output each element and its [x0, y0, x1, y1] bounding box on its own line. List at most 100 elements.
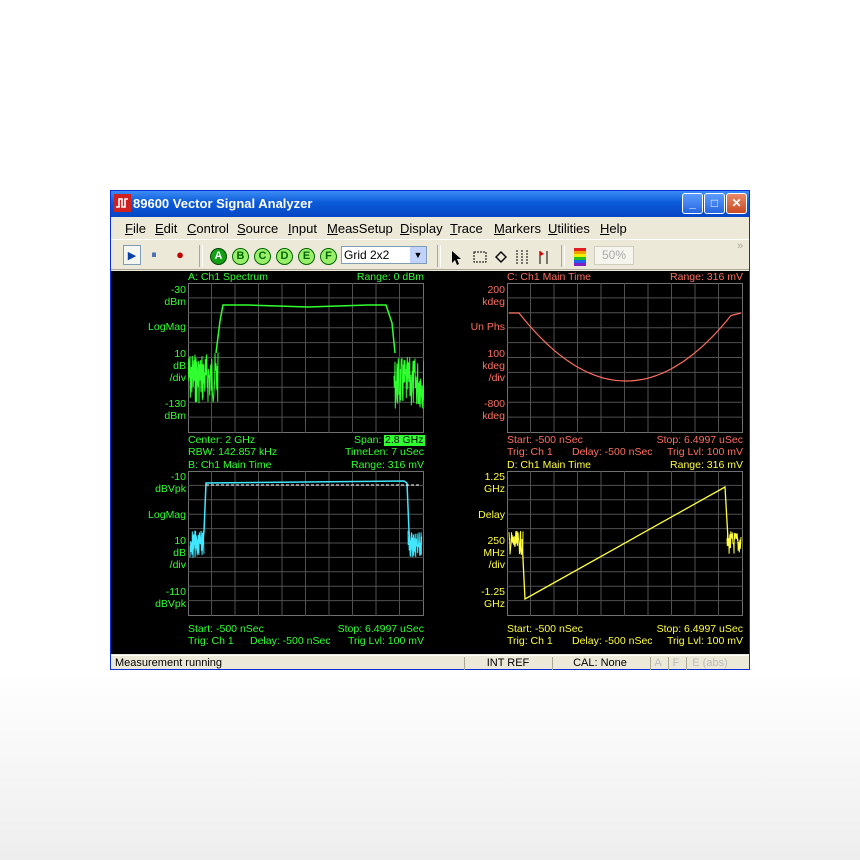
peak-marker-icon[interactable]	[537, 249, 551, 265]
menu-display[interactable]: Display	[400, 221, 443, 236]
chevron-down-icon[interactable]: ▼	[410, 247, 426, 263]
panel-c-y-top-unit: kdeg	[482, 296, 505, 308]
band-marker-icon[interactable]	[515, 249, 529, 265]
panel-b-scale-type: LogMag	[148, 509, 186, 521]
panel-b-div-label: /div	[169, 559, 186, 571]
status-indicator-a: A	[650, 657, 665, 670]
title-bar[interactable]: 89600 Vector Signal Analyzer _ □ ✕	[111, 191, 749, 217]
panel-d-trig: Trig: Ch 1	[507, 635, 553, 647]
vsa-app-icon	[114, 194, 131, 212]
play-button[interactable]: ▶	[123, 245, 141, 265]
measurement-display: A: Ch1 Spectrum Range: 0 dBm -30 dBm Log…	[111, 271, 749, 654]
record-button[interactable]: ●	[171, 245, 189, 265]
menu-source[interactable]: Source	[237, 221, 278, 236]
panel-d-scale-type: Delay	[478, 509, 505, 521]
panel-d-title: D: Ch1 Main Time	[507, 459, 592, 471]
panel-a-title: A: Ch1 Spectrum	[188, 271, 268, 283]
panel-a-scale-type: LogMag	[148, 321, 186, 333]
panel-d-div-value: 250	[487, 535, 505, 547]
zoom-box-icon[interactable]	[473, 251, 487, 263]
panel-d-div-label: /div	[488, 559, 505, 571]
panel-c-y-top: 200	[487, 284, 505, 296]
trace-b-noise-left	[189, 530, 205, 558]
menu-meassetup[interactable]: MeasSetup	[327, 221, 393, 236]
menu-trace[interactable]: Trace	[450, 221, 483, 236]
panel-a-y-top-unit: dBm	[164, 296, 186, 308]
pointer-icon[interactable]	[451, 250, 463, 266]
app-window: 89600 Vector Signal Analyzer _ □ ✕ File …	[110, 190, 750, 670]
toolbar: ▶ ⏸ ● A B C D E F Grid 2x2 ▼ 50% »	[111, 240, 749, 270]
trace-a-noise-right	[393, 356, 424, 409]
panel-b-stop: Stop: 6.4997 uSec	[337, 623, 424, 635]
panel-c-div-value: 100	[487, 348, 505, 360]
trace-panel-c[interactable]: C: Ch1 Main Time Range: 316 mV 200 kdeg …	[430, 271, 749, 459]
panel-a-div-unit: dB	[173, 360, 186, 372]
panel-a-div-value: 10	[174, 348, 186, 360]
trace-d-noise-left	[508, 530, 524, 555]
menu-file[interactable]: File	[125, 221, 146, 236]
panel-a-span-label: Span:	[354, 434, 382, 446]
panel-d-delay: Delay: -500 nSec	[572, 635, 653, 647]
close-button[interactable]: ✕	[726, 193, 747, 214]
trace-c-button[interactable]: C	[254, 248, 271, 265]
trace-c-plot	[507, 283, 743, 433]
panel-d-start: Start: -500 nSec	[507, 623, 583, 635]
panel-d-stop: Stop: 6.4997 uSec	[656, 623, 743, 635]
panel-d-y-bottom: -1.25	[481, 586, 505, 598]
menu-utilities[interactable]: Utilities	[548, 221, 590, 236]
menu-help[interactable]: Help	[600, 221, 627, 236]
trace-d-plot	[507, 471, 743, 616]
panel-b-div-unit: dB	[173, 547, 186, 559]
trace-panel-d[interactable]: D: Ch1 Main Time Range: 316 mV 1.25 GHz …	[430, 460, 749, 654]
panel-b-start: Start: -500 nSec	[188, 623, 264, 635]
panel-a-y-bottom-unit: dBm	[164, 410, 186, 422]
panel-a-y-bottom: -130	[164, 398, 186, 410]
panel-c-trig: Trig: Ch 1	[507, 446, 553, 458]
status-reference: INT REF	[464, 657, 551, 670]
minimize-button[interactable]: _	[682, 193, 703, 214]
layout-select[interactable]: Grid 2x2 ▼	[341, 246, 427, 264]
panel-c-stop: Stop: 6.4997 uSec	[656, 434, 743, 446]
panel-b-title: B: Ch1 Main Time	[188, 459, 272, 471]
trace-b-button[interactable]: B	[232, 248, 249, 265]
panel-b-y-top-unit: dBVpk	[155, 483, 186, 495]
maximize-button[interactable]: □	[704, 193, 725, 214]
persistence-percent[interactable]: 50%	[594, 246, 634, 265]
trace-d-noise-right	[726, 531, 742, 554]
menu-control[interactable]: Control	[187, 221, 229, 236]
status-message: Measurement running	[115, 657, 223, 669]
color-palette-icon[interactable]	[573, 248, 587, 266]
trace-b-envelope	[201, 480, 412, 552]
status-bar: Measurement running INT REF CAL: None A …	[111, 655, 749, 671]
pause-button[interactable]: ⏸	[145, 245, 163, 265]
toolbar-separator	[437, 245, 441, 267]
trace-b-plot	[188, 471, 424, 616]
panel-c-trig-level: Trig Lvl: 100 mV	[666, 446, 743, 458]
panel-c-y-bottom-unit: kdeg	[482, 410, 505, 422]
panel-d-y-top-unit: GHz	[484, 483, 505, 495]
trace-e-button[interactable]: E	[298, 248, 315, 265]
menu-edit[interactable]: Edit	[155, 221, 177, 236]
toolbar-overflow-icon[interactable]: »	[737, 240, 743, 252]
panel-c-y-bottom: -800	[483, 398, 505, 410]
trace-a-noise-left	[188, 352, 219, 404]
status-indicator-e: E (abs)	[686, 657, 733, 670]
trace-panel-b[interactable]: B: Ch1 Main Time Range: 316 mV -10 dBVpk…	[111, 460, 430, 654]
toolbar-separator	[561, 245, 565, 267]
panel-b-div-value: 10	[174, 535, 186, 547]
trace-d-button[interactable]: D	[276, 248, 293, 265]
panel-a-span-value[interactable]: 2.8 GHz	[384, 435, 425, 446]
marker-diamond-icon[interactable]	[495, 251, 507, 263]
trace-panel-a[interactable]: A: Ch1 Spectrum Range: 0 dBm -30 dBm Log…	[111, 271, 430, 459]
panel-c-div-label: /div	[488, 372, 505, 384]
panel-b-range: Range: 316 mV	[351, 459, 424, 471]
panel-c-start: Start: -500 nSec	[507, 434, 583, 446]
panel-a-timelen: TimeLen: 7 uSec	[345, 446, 424, 458]
trace-f-button[interactable]: F	[320, 248, 337, 265]
menu-input[interactable]: Input	[288, 221, 317, 236]
panel-c-title: C: Ch1 Main Time	[507, 271, 592, 283]
panel-d-div-unit: MHz	[483, 547, 505, 559]
panel-b-delay: Delay: -500 nSec	[250, 635, 331, 647]
trace-a-button[interactable]: A	[210, 248, 227, 265]
menu-markers[interactable]: Markers	[494, 221, 541, 236]
